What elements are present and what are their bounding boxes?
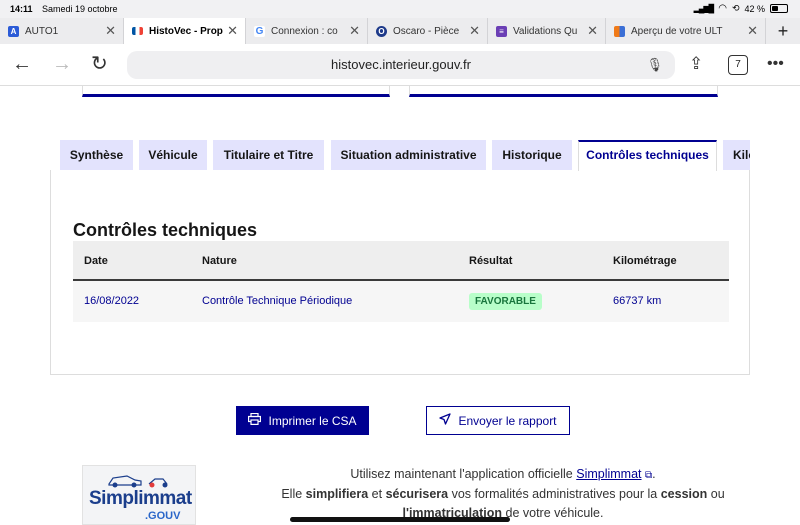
lock-rotation-icon: ⟲ xyxy=(731,3,740,13)
close-icon[interactable]: ✕ xyxy=(469,24,480,37)
google-icon: G xyxy=(254,25,265,37)
page-content: Synthèse Véhicule Titulaire et Titre Sit… xyxy=(0,86,800,525)
table-header: Date Nature Résultat Kilométrage xyxy=(73,241,729,281)
browser-tab[interactable]: A AUTO1 ✕ xyxy=(0,18,124,44)
wifi-icon: ◠ xyxy=(718,3,727,14)
tab-controles-techniques[interactable]: Contrôles techniques xyxy=(578,140,717,171)
row-date: 16/08/2022 xyxy=(84,295,140,307)
microphone-icon[interactable]: 🎙 xyxy=(646,51,663,79)
promo-text: Utilisez maintenant l'application offici… xyxy=(350,467,577,481)
tab-overview-button[interactable]: 7 xyxy=(728,55,748,75)
more-options-icon[interactable]: ••• xyxy=(767,53,784,75)
column-date: Date xyxy=(84,255,108,267)
tab-synthese[interactable]: Synthèse xyxy=(60,140,133,170)
print-csa-label: Imprimer le CSA xyxy=(268,413,357,428)
summary-card xyxy=(82,86,390,97)
row-km: 66737 km xyxy=(613,295,662,307)
summary-card xyxy=(409,86,718,97)
section-title: Contrôles techniques xyxy=(73,220,258,240)
close-icon[interactable]: ✕ xyxy=(747,24,758,37)
section-tabs: Synthèse Véhicule Titulaire et Titre Sit… xyxy=(60,140,750,171)
send-report-button[interactable]: Envoyer le rapport xyxy=(426,406,570,435)
simplimmat-link[interactable]: Simplimmat xyxy=(576,467,641,481)
promo-line-1: Utilisez maintenant l'application offici… xyxy=(213,465,793,485)
table-row: 16/08/2022 Contrôle Technique Périodique… xyxy=(73,281,729,322)
column-nature: Nature xyxy=(202,255,237,267)
promo-bold: sécurisera xyxy=(385,487,449,501)
signal-icon: ▂▄▆█ xyxy=(693,4,715,13)
browser-tab-active[interactable]: HistoVec - Prop ✕ xyxy=(124,18,246,44)
promo-bold: cession xyxy=(660,487,708,501)
browser-tab[interactable]: G Connexion : co ✕ xyxy=(246,18,368,44)
promo-bold: simplifiera xyxy=(305,487,369,501)
close-icon[interactable]: ✕ xyxy=(227,24,238,37)
printer-icon xyxy=(248,412,262,428)
controls-table: Date Nature Résultat Kilométrage 16/08/2… xyxy=(73,241,729,322)
promo-text: ou xyxy=(707,487,725,501)
france-flag-icon xyxy=(132,27,143,35)
browser-tab-title: Aperçu de votre ULT xyxy=(631,25,723,37)
close-icon[interactable]: ✕ xyxy=(587,24,598,37)
url-text: histovec.interieur.gouv.fr xyxy=(331,57,471,72)
status-bar: 14:11 Samedi 19 octobre ▂▄▆█ ◠ ⟲ 42 % xyxy=(0,0,800,18)
tab-kilometrage[interactable]: Kilométrage xyxy=(723,140,750,170)
reload-icon[interactable]: ↻ xyxy=(91,53,108,75)
battery-percent: 42 % xyxy=(744,3,765,14)
tab-titulaire[interactable]: Titulaire et Titre xyxy=(213,140,324,170)
promo-text: vos formalités administratives pour la xyxy=(448,487,661,501)
back-arrow-icon[interactable]: ← xyxy=(12,53,32,75)
new-tab-icon[interactable]: + xyxy=(766,18,800,44)
browser-tab-strip: A AUTO1 ✕ HistoVec - Prop ✕ G Connexion … xyxy=(0,18,800,44)
forms-favicon-icon: ≡ xyxy=(496,25,507,37)
close-icon[interactable]: ✕ xyxy=(105,24,116,37)
battery-icon xyxy=(770,4,788,13)
tab-panel: Contrôles techniques Date Nature Résulta… xyxy=(50,170,750,375)
promo-text: et xyxy=(368,487,386,501)
auto1-favicon-icon: A xyxy=(8,25,19,37)
browser-tab[interactable]: ≡ Validations Qu ✕ xyxy=(488,18,606,44)
close-icon[interactable]: ✕ xyxy=(349,24,360,37)
simplimmat-promo: Utilisez maintenant l'application offici… xyxy=(213,465,793,523)
print-csa-button[interactable]: Imprimer le CSA xyxy=(236,406,369,435)
send-icon xyxy=(439,413,452,428)
tab-vehicule[interactable]: Véhicule xyxy=(139,140,207,170)
promo-line-2: Elle simplifiera et sécurisera vos forma… xyxy=(213,485,793,504)
tab-situation-administrative[interactable]: Situation administrative xyxy=(331,140,486,170)
share-icon[interactable]: ⇪ xyxy=(689,53,703,75)
status-time: 14:11 xyxy=(10,4,33,14)
promo-text: . xyxy=(652,467,656,481)
send-report-label: Envoyer le rapport xyxy=(458,413,557,428)
promo-text: Elle xyxy=(281,487,306,501)
tab-historique[interactable]: Historique xyxy=(492,140,572,170)
browser-tab[interactable]: Aperçu de votre ULT ✕ xyxy=(606,18,766,44)
address-bar[interactable]: histovec.interieur.gouv.fr 🎙 xyxy=(127,51,675,79)
status-indicators: ▂▄▆█ ◠ ⟲ 42 % xyxy=(694,3,788,14)
logo-brand: Simplimmat xyxy=(89,488,192,509)
column-result: Résultat xyxy=(469,255,513,267)
car-icon xyxy=(108,475,168,488)
row-nature: Contrôle Technique Périodique xyxy=(202,295,353,307)
document-favicon-icon xyxy=(614,25,625,37)
home-indicator[interactable] xyxy=(290,517,510,522)
oscaro-favicon-icon: O xyxy=(376,25,387,37)
browser-tab[interactable]: O Oscaro - Pièce ✕ xyxy=(368,18,488,44)
forward-arrow-icon[interactable]: → xyxy=(52,53,72,75)
logo-suffix: .GOUV xyxy=(145,510,181,522)
simplimmat-logo: Simplimmat .GOUV xyxy=(82,465,196,525)
status-date: Samedi 19 octobre xyxy=(42,4,118,14)
browser-toolbar: ← → ↻ histovec.interieur.gouv.fr 🎙 ⇪ 7 •… xyxy=(0,44,800,86)
result-badge: FAVORABLE xyxy=(469,293,542,310)
promo-text: de votre véhicule. xyxy=(502,506,604,520)
column-km: Kilométrage xyxy=(613,255,677,267)
